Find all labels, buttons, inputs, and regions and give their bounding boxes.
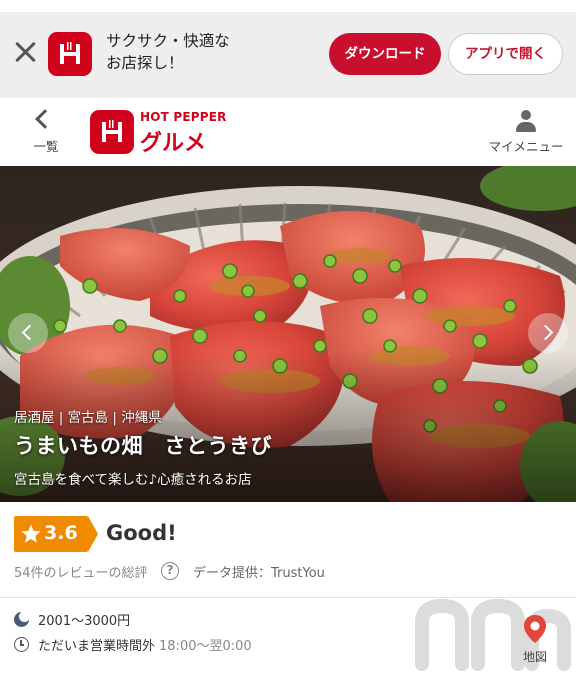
shop-genre: 居酒屋 | 宮古島 | 沖縄県 (14, 410, 162, 426)
rating-badge: 3.6 (14, 516, 98, 552)
carousel-prev-button[interactable] (8, 313, 48, 353)
provider-label: データ提供： (193, 566, 272, 581)
h-logo-icon (60, 42, 80, 64)
app-icon (48, 32, 92, 76)
logo-main-text: グルメ (140, 131, 207, 156)
h-logo-icon (102, 120, 122, 142)
hero-carousel[interactable]: 居酒屋 | 宮古島 | 沖縄県 うまいもの畑 さとうきび 宮古島を食べて楽しむ♪… (0, 166, 576, 502)
carousel-next-button[interactable] (528, 313, 568, 353)
rating-score: 3.6 (44, 522, 78, 544)
logo-icon (90, 110, 134, 154)
chevron-left-icon (21, 324, 38, 341)
logo-top-text: HOT PEPPER (140, 110, 227, 124)
hours-row[interactable]: ただいま営業時間外 18:00～翌0:00 (14, 635, 414, 655)
help-icon[interactable]: ? (161, 562, 179, 580)
moon-icon (14, 611, 30, 627)
provider-name: TrustYou (271, 566, 325, 581)
close-icon[interactable] (12, 39, 38, 65)
status-strip (0, 0, 576, 12)
hours-status: ただいま営業時間外 (38, 639, 156, 654)
map-pin-icon (524, 615, 546, 643)
back-chevron-icon (35, 109, 55, 129)
hotpepper-gourmet-logo[interactable]: HOT PEPPER グルメ (90, 108, 230, 156)
hours-text: ただいま営業時間外 18:00～翌0:00 (38, 635, 252, 654)
star-icon (21, 524, 41, 543)
review-summary-link[interactable]: 54件のレビューの総評 (14, 562, 148, 581)
clock-icon (14, 637, 29, 652)
download-button[interactable]: ダウンロード (329, 33, 441, 75)
rating-word: Good! (106, 521, 177, 545)
open-app-button[interactable]: アプリで開く (448, 33, 563, 75)
map-button[interactable]: 地図 (512, 612, 558, 668)
rating-row: 3.6 Good! (14, 516, 314, 552)
site-header: 一覧 HOT PEPPER グルメ マイメニュー (0, 98, 576, 166)
hours-time: 18:00～翌0:00 (159, 639, 252, 654)
app-banner: サクサク・快適な お店探し！ ダウンロード アプリで開く (0, 12, 576, 98)
banner-line-1: サクサク・快適な (106, 32, 230, 50)
banner-text: サクサク・快適な お店探し！ (106, 30, 276, 74)
mymenu-button[interactable]: マイメニュー (484, 106, 568, 158)
data-provider: データ提供：TrustYou (193, 562, 325, 581)
shop-name: うまいもの畑 さとうきび (14, 434, 272, 458)
budget-text: 2001～3000円 (38, 614, 131, 629)
shop-catch-copy: 宮古島を食べて楽しむ♪心癒されるお店 (14, 472, 252, 488)
person-icon (516, 110, 536, 134)
mymenu-label: マイメニュー (488, 139, 564, 154)
budget-row: 2001～3000円 (14, 610, 414, 630)
map-label: 地図 (522, 650, 547, 664)
banner-line-2: お店探し！ (106, 54, 184, 72)
back-to-list-button[interactable]: 一覧 (24, 108, 68, 158)
back-label: 一覧 (33, 139, 59, 154)
chevron-right-icon (537, 324, 554, 341)
